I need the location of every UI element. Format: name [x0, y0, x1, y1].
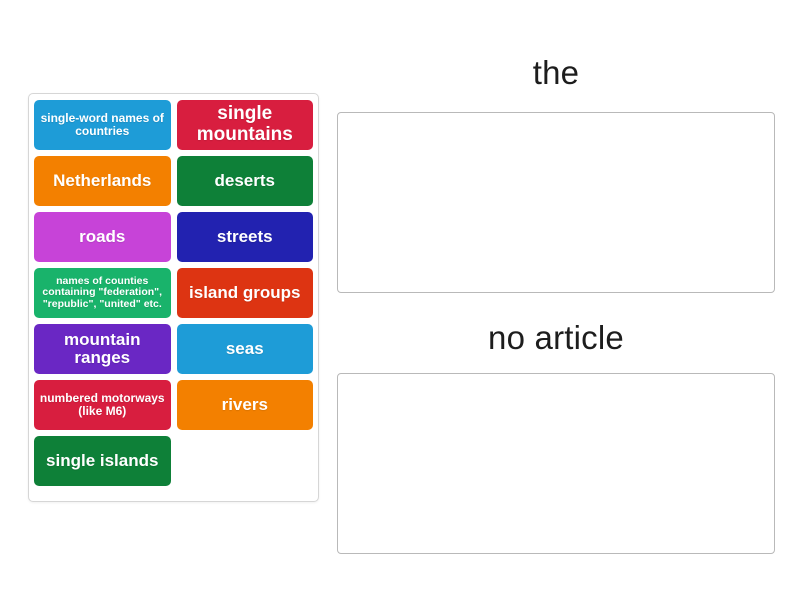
sortable-tile[interactable]: rivers: [176, 380, 313, 430]
drop-zone-no-article[interactable]: [337, 373, 775, 554]
sortable-tile[interactable]: numbered motorways (like M6): [34, 380, 171, 430]
sortable-tile[interactable]: single-word names of countries: [34, 100, 171, 150]
sortable-tile[interactable]: seas: [176, 324, 313, 374]
group-heading-no-article: no article: [488, 319, 624, 356]
sortable-tile[interactable]: single islands: [34, 436, 171, 486]
tile-grid: single-word names of countries single mou…: [34, 100, 313, 486]
tile-tray: single-word names of countries single mou…: [28, 93, 319, 502]
sortable-tile[interactable]: roads: [34, 212, 171, 262]
sortable-tile[interactable]: Netherlands: [34, 156, 171, 206]
drop-zone-the[interactable]: [337, 112, 775, 293]
sortable-tile[interactable]: mountain ranges: [34, 324, 171, 374]
sortable-tile[interactable]: deserts: [176, 156, 313, 206]
sortable-tile[interactable]: island groups: [176, 268, 313, 318]
sortable-tile[interactable]: single mountains: [176, 100, 313, 150]
group-heading-the: the: [532, 54, 580, 91]
sortable-tile[interactable]: streets: [176, 212, 313, 262]
sortable-tile[interactable]: names of counties containing "federation…: [34, 268, 171, 318]
